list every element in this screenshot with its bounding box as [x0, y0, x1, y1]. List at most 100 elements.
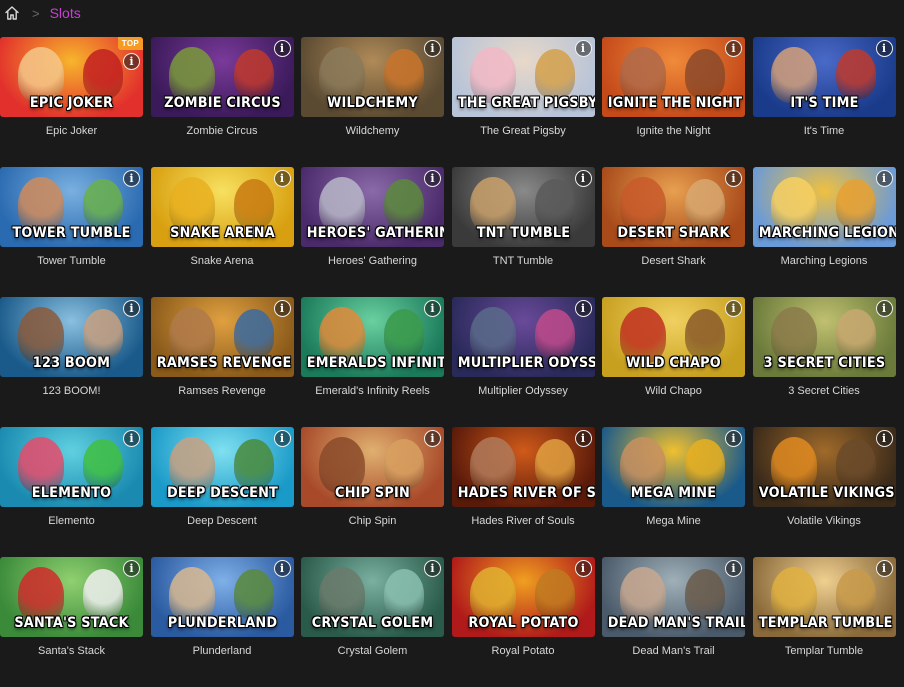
game-title[interactable]: Ramses Revenge [151, 385, 294, 397]
game-title[interactable]: Multiplier Odyssey [452, 385, 595, 397]
game-title[interactable]: Desert Shark [602, 255, 745, 267]
game-title[interactable]: Epic Joker [0, 125, 143, 137]
game-tile[interactable]: DEEP DESCENT i Deep Descent [150, 427, 294, 557]
game-title[interactable]: Plunderland [151, 645, 294, 657]
game-tile[interactable]: EPIC JOKER TOP i Epic Joker [0, 37, 143, 167]
game-title[interactable]: 123 BOOM! [0, 385, 143, 397]
game-tile[interactable]: TEMPLAR TUMBLE i Templar Tumble [752, 557, 896, 687]
info-icon[interactable]: i [123, 430, 140, 447]
game-title[interactable]: Royal Potato [452, 645, 595, 657]
game-thumbnail[interactable]: ZOMBIE CIRCUS i [150, 37, 294, 117]
info-icon[interactable]: i [875, 300, 893, 317]
info-icon[interactable]: i [875, 40, 893, 57]
info-icon[interactable]: i [273, 560, 291, 577]
game-title[interactable]: Hades River of Souls [452, 515, 595, 527]
game-thumbnail[interactable]: ROYAL POTATO i [451, 557, 595, 637]
game-title[interactable]: Snake Arena [151, 255, 294, 267]
game-title[interactable]: Ignite the Night [602, 125, 745, 137]
info-icon[interactable]: i [725, 170, 742, 187]
game-tile[interactable]: EMERALDS INFINITY REELS i Emerald's Infini… [301, 297, 444, 427]
game-tile[interactable]: MULTIPLIER ODYSSEY i Multiplier Odyssey [451, 297, 595, 427]
game-tile[interactable]: ZOMBIE CIRCUS i Zombie Circus [150, 37, 294, 167]
info-icon[interactable]: i [574, 560, 592, 577]
info-icon[interactable]: i [123, 300, 140, 317]
info-icon[interactable]: i [424, 170, 441, 187]
game-tile[interactable]: CHIP SPIN i Chip Spin [301, 427, 444, 557]
info-icon[interactable]: i [725, 300, 742, 317]
game-thumbnail[interactable]: PLUNDERLAND i [150, 557, 294, 637]
game-tile[interactable]: MARCHING LEGIONS i Marching Legions [752, 167, 896, 297]
info-icon[interactable]: i [725, 430, 742, 447]
game-tile[interactable]: DEAD MAN'S TRAIL i Dead Man's Trail [602, 557, 745, 687]
game-title[interactable]: Heroes' Gathering [301, 255, 444, 267]
game-tile[interactable]: THE GREAT PIGSBY i The Great Pigsby [451, 37, 595, 167]
game-thumbnail[interactable]: HADES RIVER OF SOULS i [451, 427, 595, 507]
game-title[interactable]: Deep Descent [151, 515, 294, 527]
game-tile[interactable]: MEGA MINE i Mega Mine [602, 427, 745, 557]
game-title[interactable]: Marching Legions [753, 255, 896, 267]
game-thumbnail[interactable]: IGNITE THE NIGHT i [602, 37, 745, 117]
game-thumbnail[interactable]: RAMSES REVENGE i [150, 297, 294, 377]
game-thumbnail[interactable]: HEROES' GATHERING i [301, 167, 444, 247]
game-tile[interactable]: ROYAL POTATO i Royal Potato [451, 557, 595, 687]
game-title[interactable]: Volatile Vikings [753, 515, 896, 527]
info-icon[interactable]: i [123, 53, 140, 70]
game-thumbnail[interactable]: SNAKE ARENA i [150, 167, 294, 247]
game-thumbnail[interactable]: MEGA MINE i [602, 427, 745, 507]
game-thumbnail[interactable]: MARCHING LEGIONS i [752, 167, 896, 247]
game-thumbnail[interactable]: 3 SECRET CITIES i [752, 297, 896, 377]
game-thumbnail[interactable]: DEAD MAN'S TRAIL i [602, 557, 745, 637]
home-icon[interactable] [4, 5, 20, 21]
game-title[interactable]: Dead Man's Trail [602, 645, 745, 657]
game-tile[interactable]: IT'S TIME i It's Time [752, 37, 896, 167]
game-title[interactable]: Chip Spin [301, 515, 444, 527]
info-icon[interactable]: i [725, 40, 742, 57]
info-icon[interactable]: i [273, 40, 291, 57]
game-tile[interactable]: SANTA'S STACK i Santa's Stack [0, 557, 143, 687]
game-tile[interactable]: RAMSES REVENGE i Ramses Revenge [150, 297, 294, 427]
game-title[interactable]: TNT Tumble [452, 255, 595, 267]
game-thumbnail[interactable]: VOLATILE VIKINGS i [752, 427, 896, 507]
game-tile[interactable]: TOWER TUMBLE i Tower Tumble [0, 167, 143, 297]
game-thumbnail[interactable]: TNT TUMBLE i [451, 167, 595, 247]
info-icon[interactable]: i [875, 170, 893, 187]
game-title[interactable]: Mega Mine [602, 515, 745, 527]
game-tile[interactable]: HEROES' GATHERING i Heroes' Gathering [301, 167, 444, 297]
info-icon[interactable]: i [123, 560, 140, 577]
info-icon[interactable]: i [574, 300, 592, 317]
game-title[interactable]: Wildchemy [301, 125, 444, 137]
info-icon[interactable]: i [273, 170, 291, 187]
game-title[interactable]: Santa's Stack [0, 645, 143, 657]
info-icon[interactable]: i [574, 40, 592, 57]
game-tile[interactable]: TNT TUMBLE i TNT Tumble [451, 167, 595, 297]
info-icon[interactable]: i [574, 430, 592, 447]
game-thumbnail[interactable]: EMERALDS INFINITY REELS i [301, 297, 444, 377]
game-tile[interactable]: WILD CHAPO i Wild Chapo [602, 297, 745, 427]
info-icon[interactable]: i [424, 560, 441, 577]
game-title[interactable]: It's Time [753, 125, 896, 137]
game-thumbnail[interactable]: WILDCHEMY i [301, 37, 444, 117]
game-thumbnail[interactable]: TEMPLAR TUMBLE i [752, 557, 896, 637]
game-tile[interactable]: CRYSTAL GOLEM i Crystal Golem [301, 557, 444, 687]
game-thumbnail[interactable]: ELEMENTO i [0, 427, 143, 507]
game-thumbnail[interactable]: EPIC JOKER TOP i [0, 37, 143, 117]
game-thumbnail[interactable]: SANTA'S STACK i [0, 557, 143, 637]
game-thumbnail[interactable]: 123 BOOM i [0, 297, 143, 377]
game-thumbnail[interactable]: IT'S TIME i [752, 37, 896, 117]
game-title[interactable]: The Great Pigsby [452, 125, 595, 137]
info-icon[interactable]: i [123, 170, 140, 187]
game-thumbnail[interactable]: DEEP DESCENT i [150, 427, 294, 507]
game-title[interactable]: Wild Chapo [602, 385, 745, 397]
game-title[interactable]: Crystal Golem [301, 645, 444, 657]
game-title[interactable]: 3 Secret Cities [753, 385, 896, 397]
game-tile[interactable]: DESERT SHARK i Desert Shark [602, 167, 745, 297]
game-tile[interactable]: SNAKE ARENA i Snake Arena [150, 167, 294, 297]
game-tile[interactable]: PLUNDERLAND i Plunderland [150, 557, 294, 687]
info-icon[interactable]: i [875, 560, 893, 577]
info-icon[interactable]: i [273, 300, 291, 317]
game-tile[interactable]: WILDCHEMY i Wildchemy [301, 37, 444, 167]
game-thumbnail[interactable]: WILD CHAPO i [602, 297, 745, 377]
game-thumbnail[interactable]: THE GREAT PIGSBY i [451, 37, 595, 117]
game-thumbnail[interactable]: CRYSTAL GOLEM i [301, 557, 444, 637]
game-title[interactable]: Zombie Circus [151, 125, 294, 137]
